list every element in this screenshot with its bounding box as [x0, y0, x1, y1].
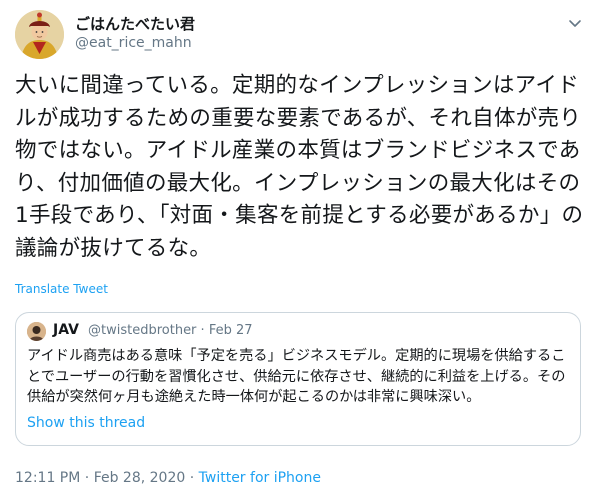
- quoted-tweet-meta: @twistedbrother · Feb 27: [88, 323, 253, 338]
- more-options-chevron-down-icon[interactable]: [566, 14, 584, 32]
- quoted-author-handle[interactable]: @twistedbrother: [88, 323, 196, 338]
- emperor-portrait-icon: [15, 10, 64, 59]
- tweet-timestamp-line: 12:11 PM · Feb 28, 2020 · Twitter for iP…: [15, 470, 321, 486]
- author-display-name[interactable]: ごはんたべたい君: [75, 13, 195, 34]
- translate-tweet-link[interactable]: Translate Tweet: [15, 282, 108, 296]
- tweet-date[interactable]: Feb 28, 2020: [94, 470, 186, 486]
- author-handle[interactable]: @eat_rice_mahn: [75, 35, 192, 51]
- quoted-author-display-name[interactable]: JAV: [53, 322, 79, 338]
- meta-separator: ·: [189, 470, 195, 486]
- show-thread-link[interactable]: Show this thread: [27, 415, 145, 431]
- tweet-source-link[interactable]: Twitter for iPhone: [199, 470, 321, 486]
- tweet-text: 大いに間違っている。定期的なインプレッションはアイドルが成功するための重要な要素…: [15, 73, 584, 261]
- meta-separator: ·: [200, 323, 205, 338]
- tweet-time[interactable]: 12:11 PM: [15, 470, 80, 486]
- quoted-tweet[interactable]: JAV @twistedbrother · Feb 27 アイドル商売はある意味…: [15, 312, 581, 446]
- meta-separator: ·: [84, 470, 90, 486]
- quoted-author-avatar[interactable]: [27, 322, 46, 341]
- user-avatar-icon: [27, 322, 46, 341]
- tweet-card: ごはんたべたい君 @eat_rice_mahn 大いに間違っている。定期的なイン…: [0, 0, 598, 490]
- quoted-tweet-text: アイドル商売はある意味「予定を売る」ビジネスモデル。定期的に現場を供給することで…: [27, 348, 566, 405]
- author-avatar[interactable]: [15, 10, 64, 59]
- quoted-tweet-date[interactable]: Feb 27: [209, 323, 253, 338]
